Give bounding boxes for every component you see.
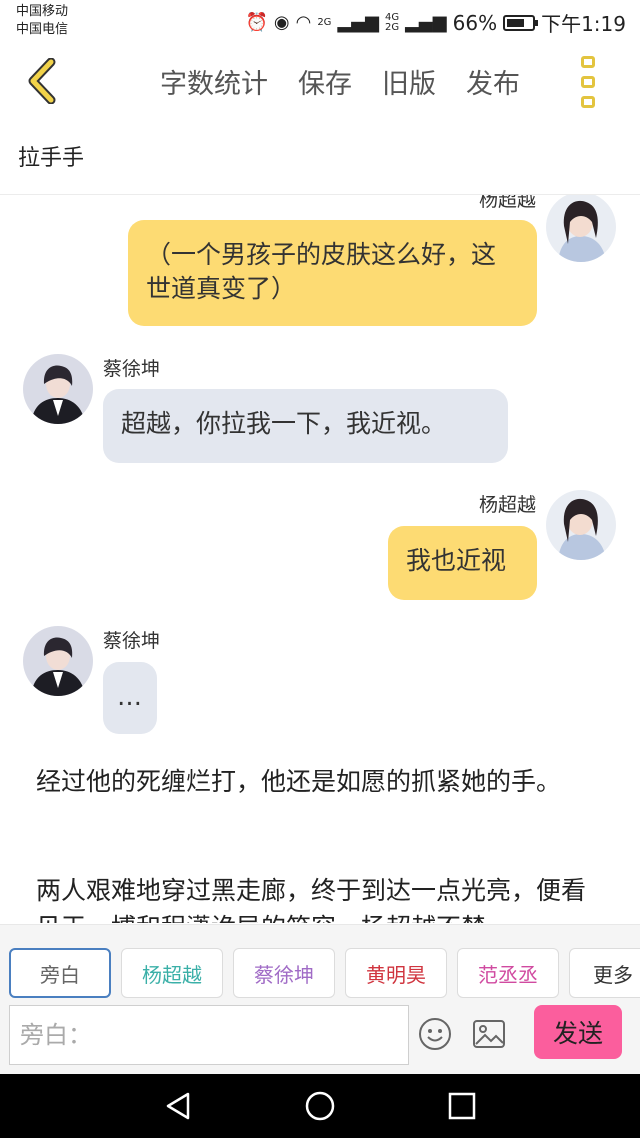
editor-toolbar: 字数统计 保存 旧版 发布 (0, 44, 640, 122)
back-button[interactable] (22, 56, 62, 106)
wifi-icon: ◠ (295, 12, 312, 33)
narration-paragraph[interactable]: 两人艰难地穿过黑走廊，终于到达一点光亮，便看见王一博和程潇诡异的笑容，杨超越不禁 (36, 872, 606, 923)
avatar-cai-xukun[interactable] (23, 354, 93, 424)
message-input[interactable] (20, 1021, 408, 1049)
avatar-image (23, 354, 93, 424)
avatar-cai-xukun[interactable] (23, 626, 93, 696)
role-label: 范丞丞 (478, 962, 538, 987)
more-dot-icon (581, 96, 595, 108)
composer: 旁白 杨超越 蔡徐坤 黄明昊 范丞丞 更多 发送 (0, 924, 640, 1074)
signal-icon-2: ▂▄▆ (405, 12, 447, 33)
save-button[interactable]: 保存 (298, 62, 352, 101)
word-count-button[interactable]: 字数统计 (160, 62, 268, 101)
role-label: 旁白 (40, 962, 80, 987)
avatar-image (23, 626, 93, 696)
image-icon[interactable] (472, 1019, 506, 1049)
network-type-1: 2G (317, 16, 332, 28)
emoji-icon[interactable] (418, 1017, 452, 1051)
battery-icon (503, 14, 539, 31)
network-type-2-bottom: 2G (384, 21, 400, 33)
sender-name: 蔡徐坤 (103, 358, 161, 380)
avatar-image (546, 195, 616, 262)
signal-icon-1: ▂▄▆ (337, 12, 379, 33)
status-icons: ⏰ ◉ ◠ 2G ▂▄▆ 4G 2G ▂▄▆ 66% 下午1:19 (245, 8, 626, 37)
role-button-more[interactable]: 更多 (569, 948, 640, 998)
battery-percent: 66% (452, 10, 498, 35)
role-button-narrator[interactable]: 旁白 (9, 948, 111, 998)
message-input-box[interactable] (9, 1005, 409, 1065)
more-dot-icon (581, 76, 595, 88)
chat-content[interactable]: 杨超越 （一个男孩子的皮肤这么好，这世道真变了） 蔡徐坤 超越，你拉我一下，我近… (0, 195, 640, 923)
sender-name: 杨超越 (478, 494, 536, 516)
more-dot-icon (581, 56, 595, 68)
chevron-left-icon (28, 58, 56, 104)
old-version-button[interactable]: 旧版 (382, 62, 436, 101)
avatar-image (546, 490, 616, 560)
role-label: 杨超越 (142, 962, 202, 987)
back-triangle-icon[interactable] (162, 1090, 194, 1122)
status-bar: 中国移动 中国电信 ⏰ ◉ ◠ 2G ▂▄▆ 4G 2G ▂▄▆ 66% 下午1:… (0, 0, 640, 44)
message-bubble[interactable]: 我也近视 (388, 526, 537, 600)
role-label: 更多 (593, 962, 633, 987)
more-menu-button[interactable] (576, 56, 600, 108)
story-title[interactable]: 拉手手 (18, 140, 84, 172)
alarm-icon: ⏰ (245, 12, 268, 33)
role-button-huang-minghao[interactable]: 黄明昊 (345, 948, 447, 998)
eye-icon: ◉ (273, 12, 290, 33)
system-nav-bar (0, 1074, 640, 1138)
message-bubble[interactable]: … (103, 662, 157, 734)
home-circle-icon[interactable] (304, 1090, 336, 1122)
role-button-yang-chaoyue[interactable]: 杨超越 (121, 948, 223, 998)
publish-button[interactable]: 发布 (466, 62, 520, 101)
role-label: 蔡徐坤 (254, 962, 314, 987)
avatar-yang-chaoyue[interactable] (546, 195, 616, 262)
role-button-cai-xukun[interactable]: 蔡徐坤 (233, 948, 335, 998)
message-bubble[interactable]: （一个男孩子的皮肤这么好，这世道真变了） (128, 220, 537, 326)
clock: 下午1:19 (541, 12, 626, 36)
role-label: 黄明昊 (366, 962, 426, 987)
send-button[interactable]: 发送 (534, 1005, 622, 1059)
sender-name: 杨超越 (478, 195, 536, 211)
carrier-info: 中国移动 中国电信 (16, 3, 68, 39)
narration-paragraph[interactable]: 经过他的死缠烂打，他还是如愿的抓紧她的手。 (36, 763, 606, 800)
carrier-2: 中国电信 (16, 22, 69, 37)
network-type-2: 4G 2G (384, 12, 400, 33)
carrier-1: 中国移动 (16, 4, 69, 19)
role-selector: 旁白 杨超越 蔡徐坤 黄明昊 范丞丞 更多 (9, 948, 640, 998)
recents-square-icon[interactable] (446, 1090, 478, 1122)
avatar-yang-chaoyue[interactable] (546, 490, 616, 560)
role-button-fan-chengcheng[interactable]: 范丞丞 (457, 948, 559, 998)
sender-name: 蔡徐坤 (103, 630, 161, 652)
message-bubble[interactable]: 超越，你拉我一下，我近视。 (103, 389, 508, 463)
